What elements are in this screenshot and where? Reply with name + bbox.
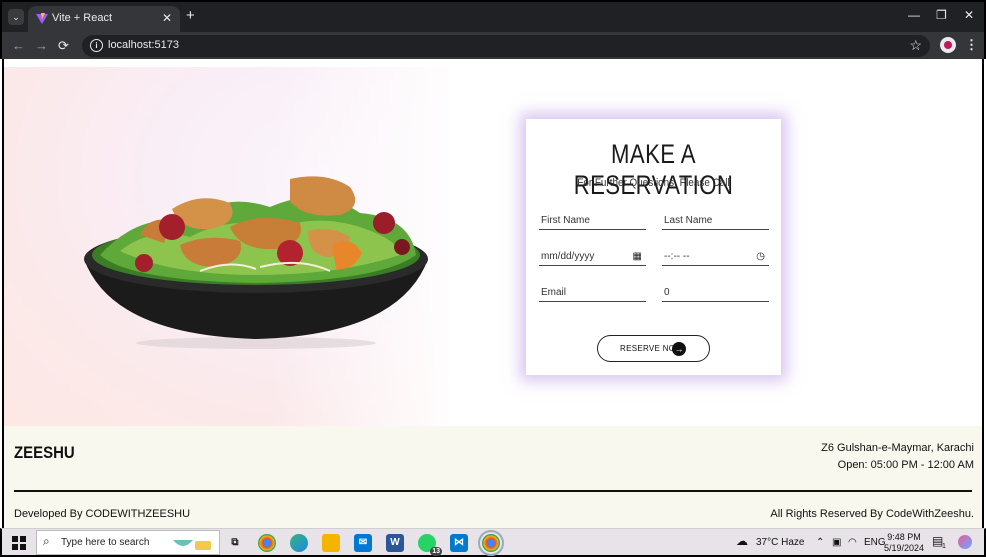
windows-start-icon[interactable] — [12, 536, 26, 550]
weather-text[interactable]: 37°C Haze — [756, 537, 804, 548]
meet-now-icon[interactable]: ▣ — [832, 537, 841, 548]
tray-chevron-icon[interactable]: ⌃ — [816, 537, 824, 548]
clock-time: 9:48 PM — [887, 532, 921, 542]
tab-title: Vite + React — [52, 12, 113, 24]
first-name-input[interactable]: First Name — [539, 212, 646, 230]
footer-address: Z6 Gulshan-e-Maymar, Karachi — [821, 442, 974, 454]
tab-strip: ⌄ Vite + React ✕ + — ❐ ✕ — [2, 2, 984, 32]
browser-toolbar: ← → ⟳ i localhost:5173 ☆ ⋮ — [2, 32, 984, 61]
more-menu-icon[interactable]: ⋮ — [965, 37, 978, 53]
date-placeholder: mm/dd/yyyy — [541, 251, 595, 262]
clock-icon[interactable]: ◷ — [756, 248, 765, 266]
date-input[interactable]: mm/dd/yyyy ▦ — [539, 248, 646, 266]
last-name-input[interactable]: Last Name — [662, 212, 769, 230]
tab-search-button[interactable]: ⌄ — [8, 9, 24, 25]
phone-input[interactable]: 0 — [662, 284, 769, 302]
reservation-title: MAKE A RESERVATION — [573, 139, 734, 200]
minimize-button[interactable]: — — [908, 8, 920, 22]
site-info-icon[interactable]: i — [90, 39, 103, 52]
whatsapp-icon[interactable]: 13 — [418, 534, 442, 556]
copilot-icon[interactable] — [958, 535, 972, 549]
task-view-icon[interactable]: ⧉ — [226, 534, 244, 552]
salad-bowl-image — [84, 176, 428, 349]
page-viewport: MAKE A RESERVATION For Further Questions… — [2, 59, 984, 528]
tab-active[interactable]: Vite + React ✕ — [28, 6, 180, 32]
vite-logo-icon — [36, 13, 48, 24]
edge-taskbar-icon[interactable] — [290, 534, 308, 552]
tab-close-icon[interactable]: ✕ — [162, 11, 172, 25]
windows-taskbar: ⌕ Type here to search ⧉ ✉ W 13 ⋈ ☁ 37°C … — [0, 528, 986, 557]
notification-badge: 1 — [942, 543, 946, 550]
address-bar[interactable]: i localhost:5173 ☆ — [82, 35, 930, 57]
taskbar-clock[interactable]: 9:48 PM 5/19/2024 — [884, 532, 924, 554]
url-text[interactable]: localhost:5173 — [108, 39, 179, 51]
taskbar-search-input[interactable]: ⌕ Type here to search — [36, 530, 220, 555]
maximize-button[interactable]: ❐ — [936, 8, 947, 22]
word-icon[interactable]: W — [386, 534, 404, 552]
footer-brand: ZEESHU — [14, 443, 75, 462]
footer-hours: Open: 05:00 PM - 12:00 AM — [837, 459, 974, 471]
chrome-active-icon[interactable] — [478, 530, 504, 556]
reserve-now-button[interactable]: RESERVE NOW → — [597, 335, 710, 362]
email-input[interactable]: Email — [539, 284, 646, 302]
mail-icon[interactable]: ✉ — [354, 534, 372, 552]
whatsapp-badge: 13 — [430, 547, 442, 556]
site-footer: ZEESHU Z6 Gulshan-e-Maymar, Karachi Open… — [4, 426, 982, 528]
reload-icon[interactable]: ⟳ — [58, 38, 69, 54]
footer-developer-credit: Developed By CODEWITHZEESHU — [14, 508, 191, 520]
browser-chrome: ⌄ Vite + React ✕ + — ❐ ✕ ← → ⟳ i localho… — [0, 0, 986, 61]
forward-arrow-icon[interactable]: → — [35, 38, 48, 53]
close-window-button[interactable]: ✕ — [964, 8, 974, 22]
search-highlight-icon — [173, 540, 211, 550]
back-arrow-icon[interactable]: ← — [12, 38, 25, 53]
footer-rights: All Rights Reserved By CodeWithZeeshu. — [770, 508, 974, 520]
profile-avatar-icon[interactable] — [940, 37, 956, 53]
new-tab-button[interactable]: + — [186, 7, 195, 24]
search-icon: ⌕ — [43, 534, 50, 548]
wifi-icon[interactable]: ◠ — [848, 537, 857, 548]
weather-icon[interactable]: ☁ — [736, 534, 748, 548]
clock-date: 5/19/2024 — [884, 543, 925, 553]
language-indicator[interactable]: ENG — [864, 537, 886, 548]
arrow-right-icon: → — [672, 342, 686, 356]
file-explorer-icon[interactable] — [322, 534, 340, 552]
bookmark-star-icon[interactable]: ☆ — [909, 37, 922, 54]
time-placeholder: --:-- -- — [664, 251, 690, 262]
taskbar-search-placeholder: Type here to search — [61, 537, 150, 548]
footer-divider — [14, 490, 972, 492]
chrome-taskbar-icon[interactable] — [258, 534, 276, 552]
time-input[interactable]: --:-- -- ◷ — [662, 248, 769, 266]
reservation-subtitle: For Further Questions, Please Call — [577, 177, 730, 189]
vscode-icon[interactable]: ⋈ — [450, 534, 468, 552]
calendar-icon[interactable]: ▦ — [633, 248, 642, 266]
reservation-card: MAKE A RESERVATION For Further Questions… — [526, 119, 781, 375]
